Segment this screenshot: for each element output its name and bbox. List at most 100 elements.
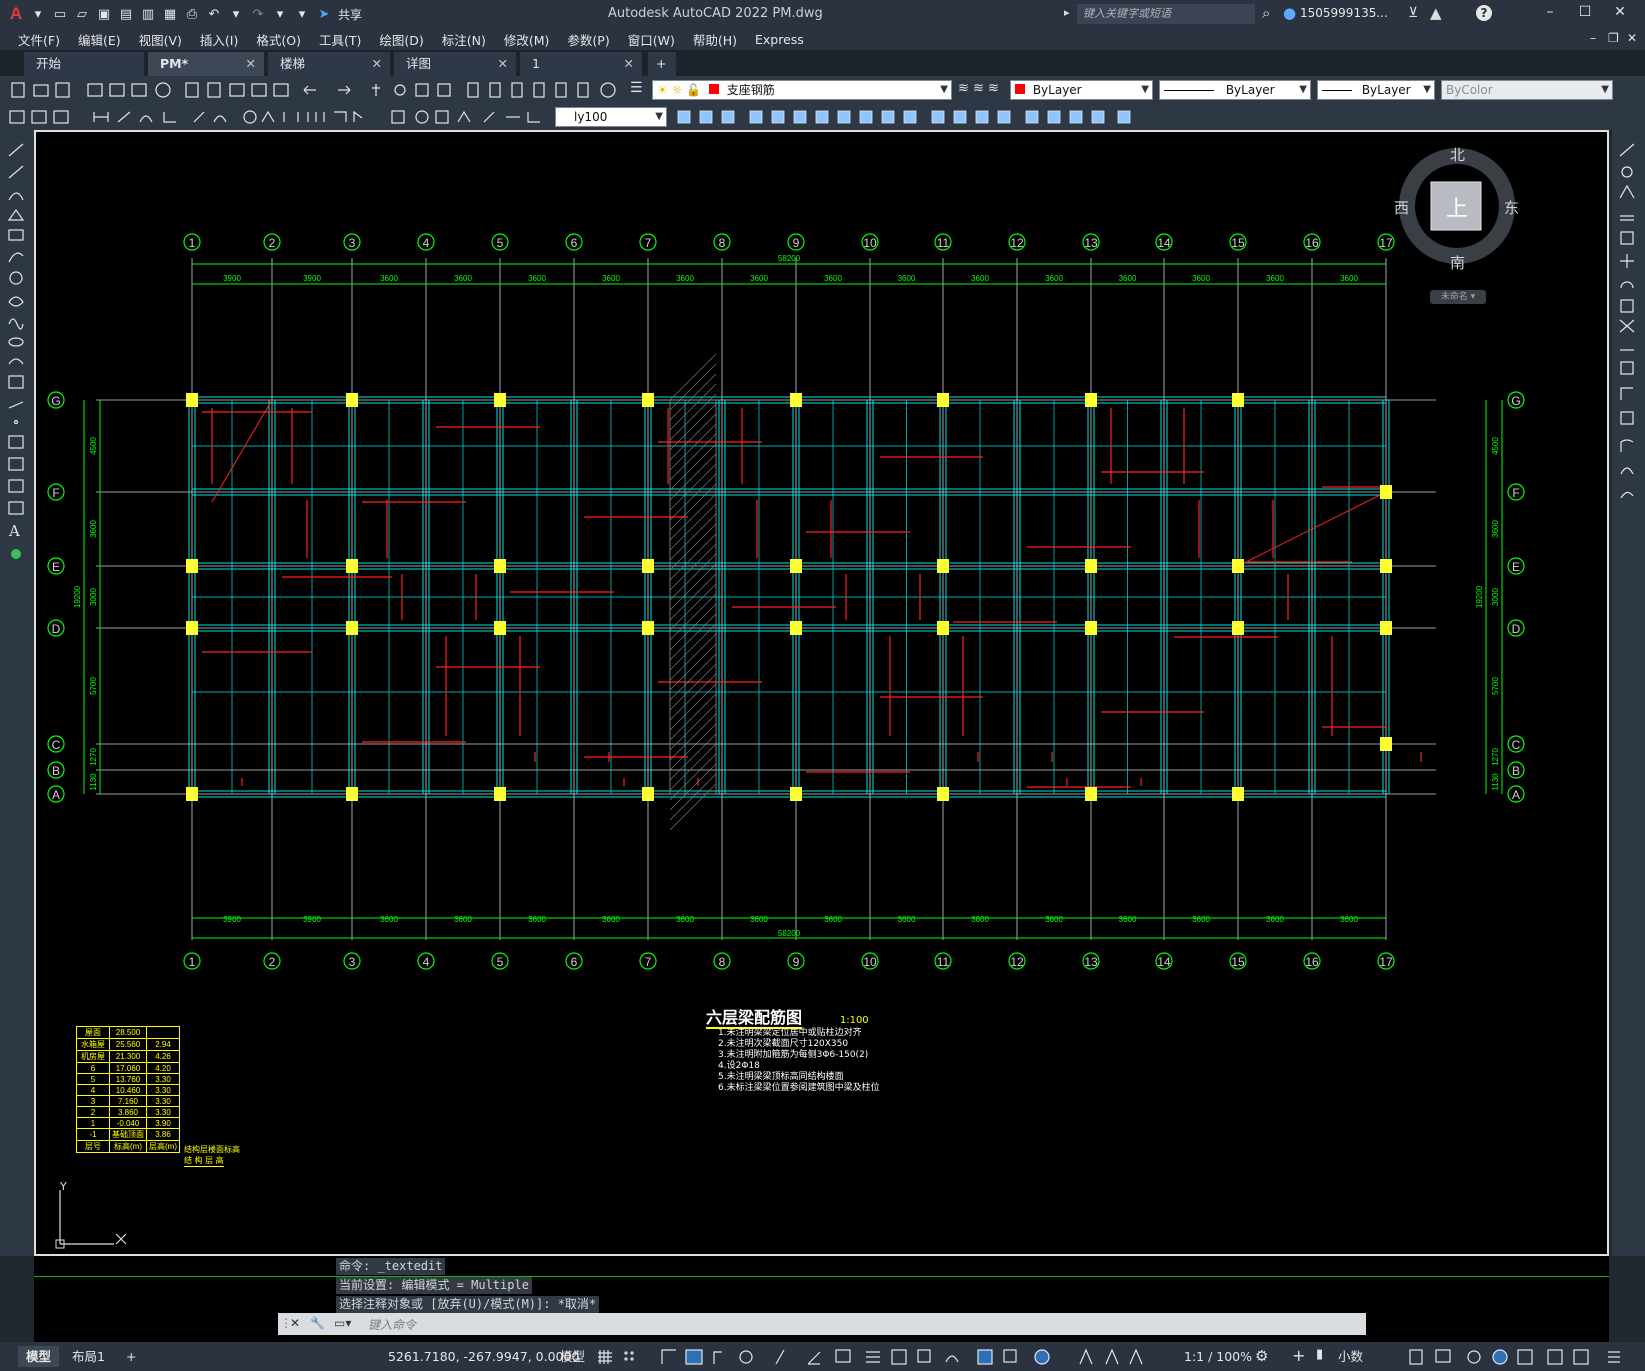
undo-dropdown-icon[interactable]: ▾ (226, 4, 246, 24)
grid-number-label: 14 (1157, 236, 1171, 250)
workspace-gear-icon[interactable]: ⚙ (1255, 1347, 1268, 1365)
wcs-menu[interactable]: 未命名 ▾ (1430, 290, 1486, 304)
app-menu-button[interactable]: A (6, 4, 26, 24)
drawing-canvas[interactable]: 1 1 2 2 3 3 4 4 5 5 6 6 7 7 8 8 9 9 10 10 11 11 12 12 13 13 14 14 15… (34, 130, 1609, 1256)
maximize-button[interactable]: ☐ (1570, 4, 1600, 20)
menu-insert[interactable]: 插入(I) (200, 30, 238, 49)
share-label[interactable]: 共享 (338, 6, 362, 23)
menu-file[interactable]: 文件(F) (18, 30, 60, 49)
doc-restore-button[interactable]: ❐ (1608, 31, 1619, 45)
tab-stairs[interactable]: 楼梯 ✕ (268, 52, 390, 76)
drafting-aids-icons[interactable] (596, 1348, 1176, 1366)
dimension-toolbar-icons[interactable] (8, 108, 578, 126)
viewcube-east[interactable]: 东 (1504, 197, 1519, 218)
viewcube[interactable]: 北 南 西 东 上 未命名 ▾ (1394, 140, 1520, 320)
tab-1[interactable]: 1 ✕ (520, 52, 642, 76)
minimize-button[interactable]: – (1535, 4, 1565, 20)
close-tab-icon[interactable]: ✕ (246, 52, 256, 76)
close-tab-icon[interactable]: ✕ (624, 52, 634, 76)
annotation-monitor-icon[interactable]: + (1292, 1346, 1305, 1365)
close-button[interactable]: ✕ (1605, 4, 1635, 20)
add-layout-button[interactable]: + (118, 1346, 144, 1367)
command-input[interactable]: 键入命令 (368, 1316, 416, 1333)
viewcube-top-face[interactable]: 上 (1446, 191, 1468, 223)
menu-dimension[interactable]: 标注(N) (442, 30, 486, 49)
viewcube-west[interactable]: 西 (1394, 197, 1409, 218)
layer-tools-icon[interactable]: ≋ ≋ ≋ (958, 81, 999, 96)
viewcube-south[interactable]: 南 (1450, 252, 1465, 273)
hatch-line (669, 593, 717, 641)
linetype-dropdown[interactable]: ByLayer ▼ (1159, 80, 1311, 100)
search-expand-icon[interactable]: ▸ (1064, 6, 1070, 19)
open-web-icon[interactable]: ▥ (138, 4, 158, 24)
dimstyle-dropdown[interactable]: ly100 ▼ (555, 107, 667, 127)
standard-toolbar-icons[interactable] (8, 80, 668, 100)
menu-tools[interactable]: 工具(T) (319, 30, 361, 49)
color-dropdown[interactable]: ByLayer ▼ (1010, 80, 1153, 100)
tab-start[interactable]: 开始 (24, 52, 144, 76)
column (494, 393, 506, 407)
menu-parametric[interactable]: 参数(P) (567, 30, 609, 49)
open-file-icon[interactable]: ▱ (72, 4, 92, 24)
draw-tool-icons[interactable]: A (0, 136, 34, 586)
search-input[interactable]: 键入关键字或短语 (1077, 4, 1255, 24)
rebar-diagonal (211, 399, 273, 503)
user-icon[interactable]: ● (1283, 4, 1296, 22)
tab-pm[interactable]: PM* ✕ (148, 52, 264, 76)
layer-properties-icon[interactable]: ☰ (630, 80, 643, 96)
menu-window[interactable]: 窗口(W) (628, 30, 675, 49)
menu-draw[interactable]: 绘图(D) (379, 30, 423, 49)
layer-dropdown[interactable]: ☀ ☼ 🔓 支座钢筋 ▼ (652, 80, 952, 100)
status-tray-icons[interactable] (1404, 1348, 1640, 1366)
command-input-bar[interactable]: ⋮ ✕ 🔧 ▭▾ 键入命令 (278, 1313, 1366, 1335)
save-as-icon[interactable]: ▤ (116, 4, 136, 24)
column (494, 559, 506, 573)
units-icon[interactable]: ▮ (1316, 1347, 1323, 1362)
tab-layout1[interactable]: 布局1 (64, 1346, 113, 1367)
floor-table-cell: 3.860 (109, 1106, 147, 1118)
menu-express[interactable]: Express (755, 32, 804, 47)
close-tab-icon[interactable]: ✕ (498, 52, 508, 76)
annotation-scale[interactable]: 1:1 / 100% (1176, 1346, 1260, 1367)
share-icon[interactable]: ➤ (314, 4, 334, 24)
customize-qat-icon[interactable]: ▾ (292, 4, 312, 24)
model-space-toggle[interactable]: 模型 (552, 1346, 593, 1367)
cmd-recent-icon[interactable]: ▭▾ (334, 1316, 351, 1330)
search-icon[interactable]: ⌕ (1262, 4, 1270, 22)
close-tab-icon[interactable]: ✕ (372, 52, 382, 76)
tab-model[interactable]: 模型 (18, 1346, 60, 1367)
modify-toolbar-icons[interactable] (672, 108, 1172, 126)
cart-icon[interactable]: ⊻ (1408, 5, 1418, 21)
doc-close-button[interactable]: ✕ (1627, 31, 1637, 45)
autodesk-app-icon[interactable]: ▲ (1430, 4, 1442, 22)
modify-tool-icons[interactable] (1612, 136, 1645, 536)
new-file-icon[interactable]: ▭ (50, 4, 70, 24)
cmd-customize-icon[interactable]: 🔧 (310, 1316, 325, 1330)
save-icon[interactable]: ▣ (94, 4, 114, 24)
new-tab-button[interactable]: + (648, 52, 676, 76)
help-icon[interactable]: ? (1476, 5, 1492, 21)
doc-minimize-button[interactable]: – (1590, 31, 1596, 45)
lineweight-dropdown[interactable]: ByLayer ▼ (1317, 80, 1435, 100)
units-selector[interactable]: 小数 (1330, 1346, 1371, 1367)
plotstyle-dropdown[interactable]: ByColor ▼ (1441, 80, 1613, 100)
app-menu-chevron-icon[interactable]: ▾ (28, 4, 48, 24)
menu-modify[interactable]: 修改(M) (504, 30, 550, 49)
save-web-icon[interactable]: ▦ (160, 4, 180, 24)
plan-notes: 1.未注明梁梁定位居中或贴柱边对齐 2.未注明次梁截面尺寸120X350 3.未… (718, 1028, 880, 1094)
undo-icon[interactable]: ↶ (204, 4, 224, 24)
cmd-close-icon[interactable]: ✕ (290, 1316, 300, 1330)
menu-view[interactable]: 视图(V) (139, 30, 182, 49)
grid-number-label: 3 (349, 955, 356, 969)
floor-table-cell: 3.86 (146, 1128, 180, 1141)
redo-icon[interactable]: ↷ (248, 4, 268, 24)
viewcube-north[interactable]: 北 (1450, 144, 1465, 165)
plot-icon[interactable]: ⎙ (182, 4, 202, 24)
user-account[interactable]: 1505999135... (1300, 6, 1388, 20)
menu-format[interactable]: 格式(O) (256, 30, 301, 49)
redo-dropdown-icon[interactable]: ▾ (270, 4, 290, 24)
tab-detail[interactable]: 详图 ✕ (394, 52, 516, 76)
menu-help[interactable]: 帮助(H) (693, 30, 737, 49)
menu-edit[interactable]: 编辑(E) (78, 30, 121, 49)
grid-letter-label: A (52, 788, 60, 802)
